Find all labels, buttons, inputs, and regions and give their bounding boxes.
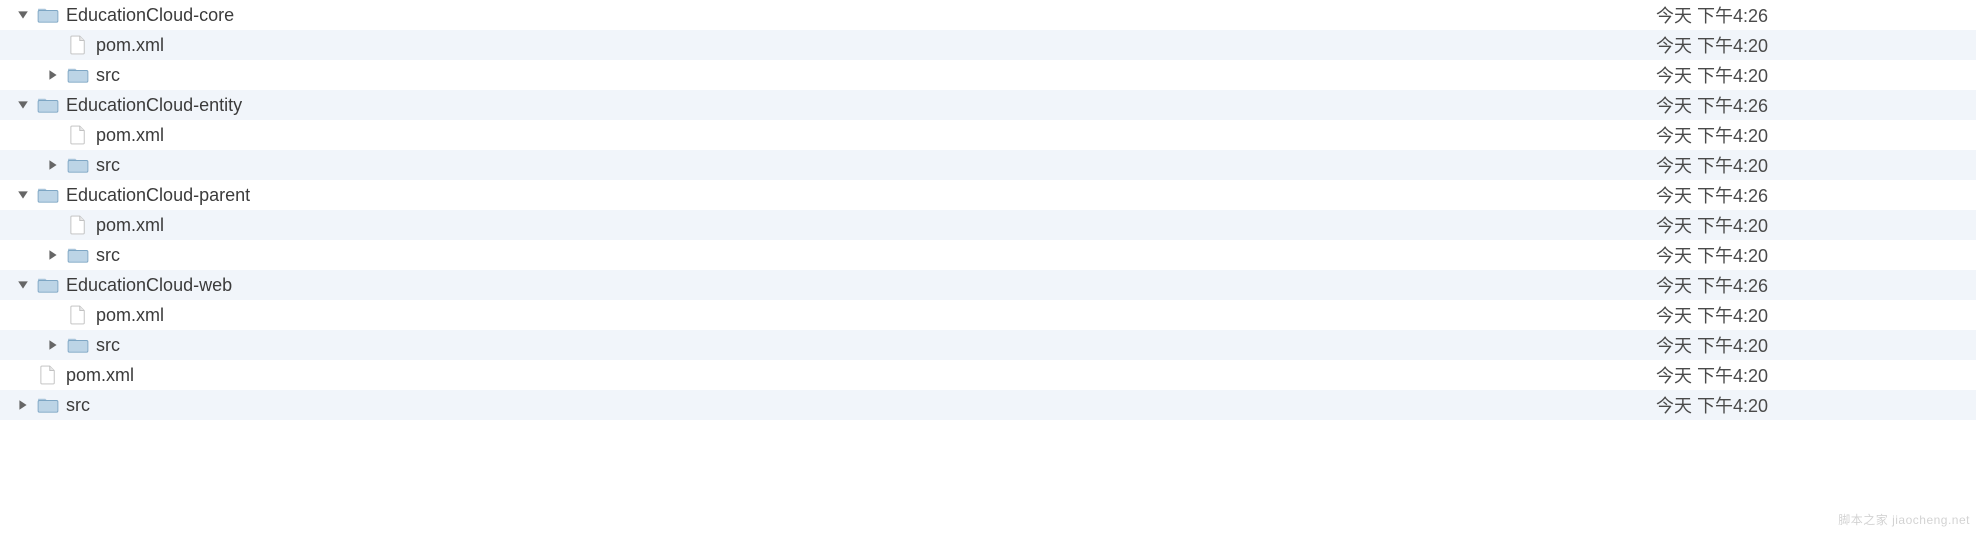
item-name: pom.xml [66,365,134,386]
folder-icon [66,333,90,357]
disclosure-triangle-icon[interactable] [14,276,32,294]
disclosure-triangle-icon [44,36,62,54]
tree-row[interactable]: src 今天 下午4:20 [0,390,1976,420]
tree-row-name-cell: pom.xml [0,303,1656,327]
date-modified: 今天 下午4:20 [1656,332,1956,358]
item-name: src [66,395,90,416]
folder-icon [36,393,60,417]
disclosure-triangle-icon[interactable] [14,96,32,114]
folder-icon [36,273,60,297]
tree-row[interactable]: EducationCloud-web 今天 下午4:26 [0,270,1976,300]
folder-icon [66,153,90,177]
folder-icon [36,93,60,117]
date-modified: 今天 下午4:20 [1656,392,1956,418]
item-name: src [96,245,120,266]
date-modified: 今天 下午4:20 [1656,242,1956,268]
tree-row-name-cell: src [0,333,1656,357]
file-icon [66,303,90,327]
date-modified: 今天 下午4:26 [1656,2,1956,28]
tree-row-name-cell: pom.xml [0,213,1656,237]
disclosure-triangle-icon[interactable] [14,186,32,204]
item-name: src [96,335,120,356]
disclosure-triangle-icon [44,216,62,234]
tree-row[interactable]: pom.xml 今天 下午4:20 [0,360,1976,390]
tree-row[interactable]: EducationCloud-entity 今天 下午4:26 [0,90,1976,120]
tree-row-name-cell: EducationCloud-entity [0,93,1656,117]
tree-row-name-cell: EducationCloud-core [0,3,1656,27]
item-name: pom.xml [96,305,164,326]
watermark-text: 脚本之家 jiaocheng.net [1838,511,1970,528]
item-name: pom.xml [96,125,164,146]
disclosure-triangle-icon[interactable] [44,156,62,174]
file-icon [66,213,90,237]
tree-row-name-cell: pom.xml [0,33,1656,57]
tree-row[interactable]: src 今天 下午4:20 [0,150,1976,180]
tree-row[interactable]: src 今天 下午4:20 [0,240,1976,270]
tree-row[interactable]: pom.xml 今天 下午4:20 [0,120,1976,150]
tree-row[interactable]: pom.xml 今天 下午4:20 [0,210,1976,240]
date-modified: 今天 下午4:20 [1656,362,1956,388]
file-icon [66,123,90,147]
date-modified: 今天 下午4:20 [1656,62,1956,88]
folder-icon [36,3,60,27]
item-name: EducationCloud-entity [66,95,242,116]
folder-icon [66,243,90,267]
item-name: EducationCloud-parent [66,185,250,206]
tree-row[interactable]: src 今天 下午4:20 [0,60,1976,90]
tree-row-name-cell: pom.xml [0,363,1656,387]
file-icon [36,363,60,387]
folder-icon [36,183,60,207]
date-modified: 今天 下午4:20 [1656,152,1956,178]
tree-row[interactable]: pom.xml 今天 下午4:20 [0,30,1976,60]
disclosure-triangle-icon [44,306,62,324]
tree-row-name-cell: src [0,153,1656,177]
disclosure-triangle-icon[interactable] [14,6,32,24]
disclosure-triangle-icon[interactable] [44,66,62,84]
disclosure-triangle-icon[interactable] [44,246,62,264]
date-modified: 今天 下午4:26 [1656,92,1956,118]
item-name: EducationCloud-core [66,5,234,26]
tree-row-name-cell: src [0,63,1656,87]
file-tree: EducationCloud-core 今天 下午4:26 pom.xml 今天 下午… [0,0,1976,420]
tree-row-name-cell: pom.xml [0,123,1656,147]
tree-row-name-cell: src [0,243,1656,267]
date-modified: 今天 下午4:20 [1656,122,1956,148]
tree-row[interactable]: EducationCloud-parent 今天 下午4:26 [0,180,1976,210]
disclosure-triangle-icon[interactable] [14,396,32,414]
disclosure-triangle-icon[interactable] [44,336,62,354]
tree-row-name-cell: EducationCloud-parent [0,183,1656,207]
date-modified: 今天 下午4:26 [1656,272,1956,298]
tree-row-name-cell: EducationCloud-web [0,273,1656,297]
tree-row-name-cell: src [0,393,1656,417]
tree-row[interactable]: src 今天 下午4:20 [0,330,1976,360]
date-modified: 今天 下午4:26 [1656,182,1956,208]
item-name: EducationCloud-web [66,275,232,296]
folder-icon [66,63,90,87]
disclosure-triangle-icon [14,366,32,384]
item-name: src [96,155,120,176]
date-modified: 今天 下午4:20 [1656,32,1956,58]
date-modified: 今天 下午4:20 [1656,212,1956,238]
date-modified: 今天 下午4:20 [1656,302,1956,328]
item-name: src [96,65,120,86]
tree-row[interactable]: pom.xml 今天 下午4:20 [0,300,1976,330]
item-name: pom.xml [96,35,164,56]
disclosure-triangle-icon [44,126,62,144]
tree-row[interactable]: EducationCloud-core 今天 下午4:26 [0,0,1976,30]
item-name: pom.xml [96,215,164,236]
file-icon [66,33,90,57]
